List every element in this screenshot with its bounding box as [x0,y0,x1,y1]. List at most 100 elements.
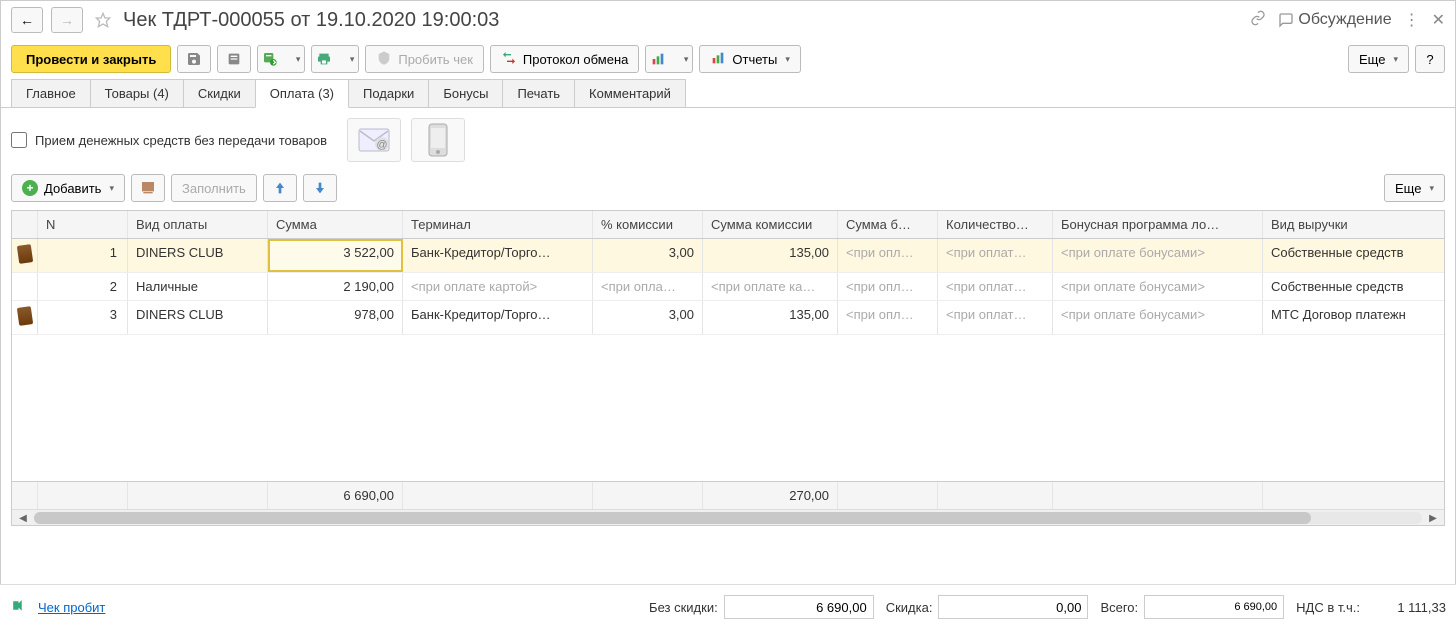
email-icon[interactable]: @ [347,118,401,162]
cash-without-goods-label: Прием денежных средств без передачи това… [35,133,327,148]
more-label: Еще [1359,52,1385,67]
create-based-button[interactable]: ▾ [257,45,305,73]
col-revenue[interactable]: Вид выручки [1263,211,1444,238]
move-down-button[interactable] [303,174,337,202]
payment-grid[interactable]: N Вид оплаты Сумма Терминал % комиссии С… [11,210,1445,526]
favorite-star-icon[interactable] [91,8,115,32]
grid-more-button[interactable]: Еще ▾ [1384,174,1445,202]
post-button[interactable] [217,45,251,73]
print-button[interactable]: ▾ [311,45,359,73]
card-type-icon [12,239,38,272]
tab-comment[interactable]: Комментарий [574,79,686,107]
forward-button[interactable]: → [51,7,83,33]
scroll-left-icon[interactable]: ◀ [14,510,32,526]
cell-comm-pct[interactable]: 3,00 [593,301,703,334]
discussion-icon[interactable]: Обсуждение [1278,11,1391,29]
chevron-down-icon: ▾ [785,54,790,65]
table-row[interactable]: 3 DINERS CLUB 978,00 Банк-Кредитор/Торго… [12,301,1444,335]
reports-button[interactable]: Отчеты ▾ [699,45,800,73]
cell-comm-sum[interactable]: <при оплате ка… [703,273,838,300]
total-field[interactable] [1144,595,1284,619]
reports-label: Отчеты [732,52,777,67]
cell-comm-sum[interactable]: 135,00 [703,301,838,334]
cell-qty[interactable]: <при оплат… [938,301,1053,334]
add-row-button[interactable]: + Добавить ▾ [11,174,125,202]
tab-gifts[interactable]: Подарки [348,79,429,107]
cell-revenue[interactable]: МТС Договор платежн [1263,301,1444,334]
exchange-protocol-button[interactable]: Протокол обмена [490,45,640,73]
chevron-down-icon: ▾ [1429,183,1434,194]
no-discount-field[interactable] [724,595,874,619]
cell-sum-b[interactable]: <при опл… [838,273,938,300]
col-type[interactable]: Вид оплаты [128,211,268,238]
col-n[interactable]: N [38,211,128,238]
barcode-scan-button[interactable] [131,174,165,202]
cell-terminal[interactable]: Банк-Кредитор/Торго… [403,301,593,334]
close-icon[interactable]: ✕ [1432,10,1445,30]
back-button[interactable]: ← [11,7,43,33]
check-punched-link[interactable]: Чек пробит [38,600,105,615]
add-label: Добавить [44,181,101,196]
phone-icon[interactable] [411,118,465,162]
more-vert-icon[interactable]: ⋮ [1404,10,1420,30]
cell-comm-pct[interactable]: <при опла… [593,273,703,300]
cell-bonus[interactable]: <при оплате бонусами> [1053,301,1263,334]
cell-sum[interactable]: 2 190,00 [268,273,403,300]
table-row[interactable]: 2 Наличные 2 190,00 <при оплате картой> … [12,273,1444,301]
col-comm-pct[interactable]: % комиссии [593,211,703,238]
cell-qty[interactable]: <при оплат… [938,239,1053,272]
cell-terminal[interactable]: <при оплате картой> [403,273,593,300]
col-icon [12,211,38,238]
cell-n[interactable]: 2 [38,273,128,300]
card-type-icon [12,301,38,334]
tab-bonuses[interactable]: Бонусы [428,79,503,107]
punch-label: Пробить чек [398,52,473,67]
tab-goods[interactable]: Товары (4) [90,79,184,107]
cell-n[interactable]: 1 [38,239,128,272]
col-terminal[interactable]: Терминал [403,211,593,238]
col-qty[interactable]: Количество… [938,211,1053,238]
cell-type[interactable]: Наличные [128,273,268,300]
col-bonus[interactable]: Бонусная программа ло… [1053,211,1263,238]
fill-button[interactable]: Заполнить [171,174,257,202]
vat-value: 1 111,33 [1366,600,1446,615]
cell-qty[interactable]: <при оплат… [938,273,1053,300]
col-sum-b[interactable]: Сумма б… [838,211,938,238]
more-button[interactable]: Еще ▾ [1348,45,1409,73]
cell-comm-sum[interactable]: 135,00 [703,239,838,272]
tab-main[interactable]: Главное [11,79,91,107]
cell-terminal[interactable]: Банк-Кредитор/Торго… [403,239,593,272]
post-close-button[interactable]: Провести и закрыть [11,45,171,73]
cell-comm-pct[interactable]: 3,00 [593,239,703,272]
cell-bonus[interactable]: <при оплате бонусами> [1053,239,1263,272]
scroll-right-icon[interactable]: ▶ [1424,510,1442,526]
cell-type[interactable]: DINERS CLUB [128,301,268,334]
total-label: Всего: [1100,600,1138,615]
tab-payment[interactable]: Оплата (3) [255,79,349,108]
help-button[interactable]: ? [1415,45,1445,73]
link-icon[interactable] [1250,10,1266,31]
horizontal-scrollbar[interactable]: ◀ ▶ [12,509,1444,525]
table-row[interactable]: 1 DINERS CLUB 3 522,00 Банк-Кредитор/Тор… [12,239,1444,273]
cell-revenue[interactable]: Собственные средств [1263,273,1444,300]
col-sum[interactable]: Сумма [268,211,403,238]
col-comm-sum[interactable]: Сумма комиссии [703,211,838,238]
cell-sum[interactable]: 978,00 [268,301,403,334]
chart-button[interactable]: ▾ [645,45,693,73]
cell-sum-b[interactable]: <при опл… [838,239,938,272]
discount-field[interactable] [938,595,1088,619]
cell-sum[interactable]: 3 522,00 [268,239,403,272]
goto-icon[interactable] [10,598,26,617]
move-up-button[interactable] [263,174,297,202]
save-button[interactable] [177,45,211,73]
cell-revenue[interactable]: Собственные средств [1263,239,1444,272]
cell-sum-b[interactable]: <при опл… [838,301,938,334]
cell-n[interactable]: 3 [38,301,128,334]
punch-check-button[interactable]: Пробить чек [365,45,484,73]
tab-print[interactable]: Печать [502,79,575,107]
scroll-thumb[interactable] [34,512,1311,524]
cash-without-goods-checkbox[interactable] [11,132,27,148]
tab-discounts[interactable]: Скидки [183,79,256,107]
cell-type[interactable]: DINERS CLUB [128,239,268,272]
cell-bonus[interactable]: <при оплате бонусами> [1053,273,1263,300]
